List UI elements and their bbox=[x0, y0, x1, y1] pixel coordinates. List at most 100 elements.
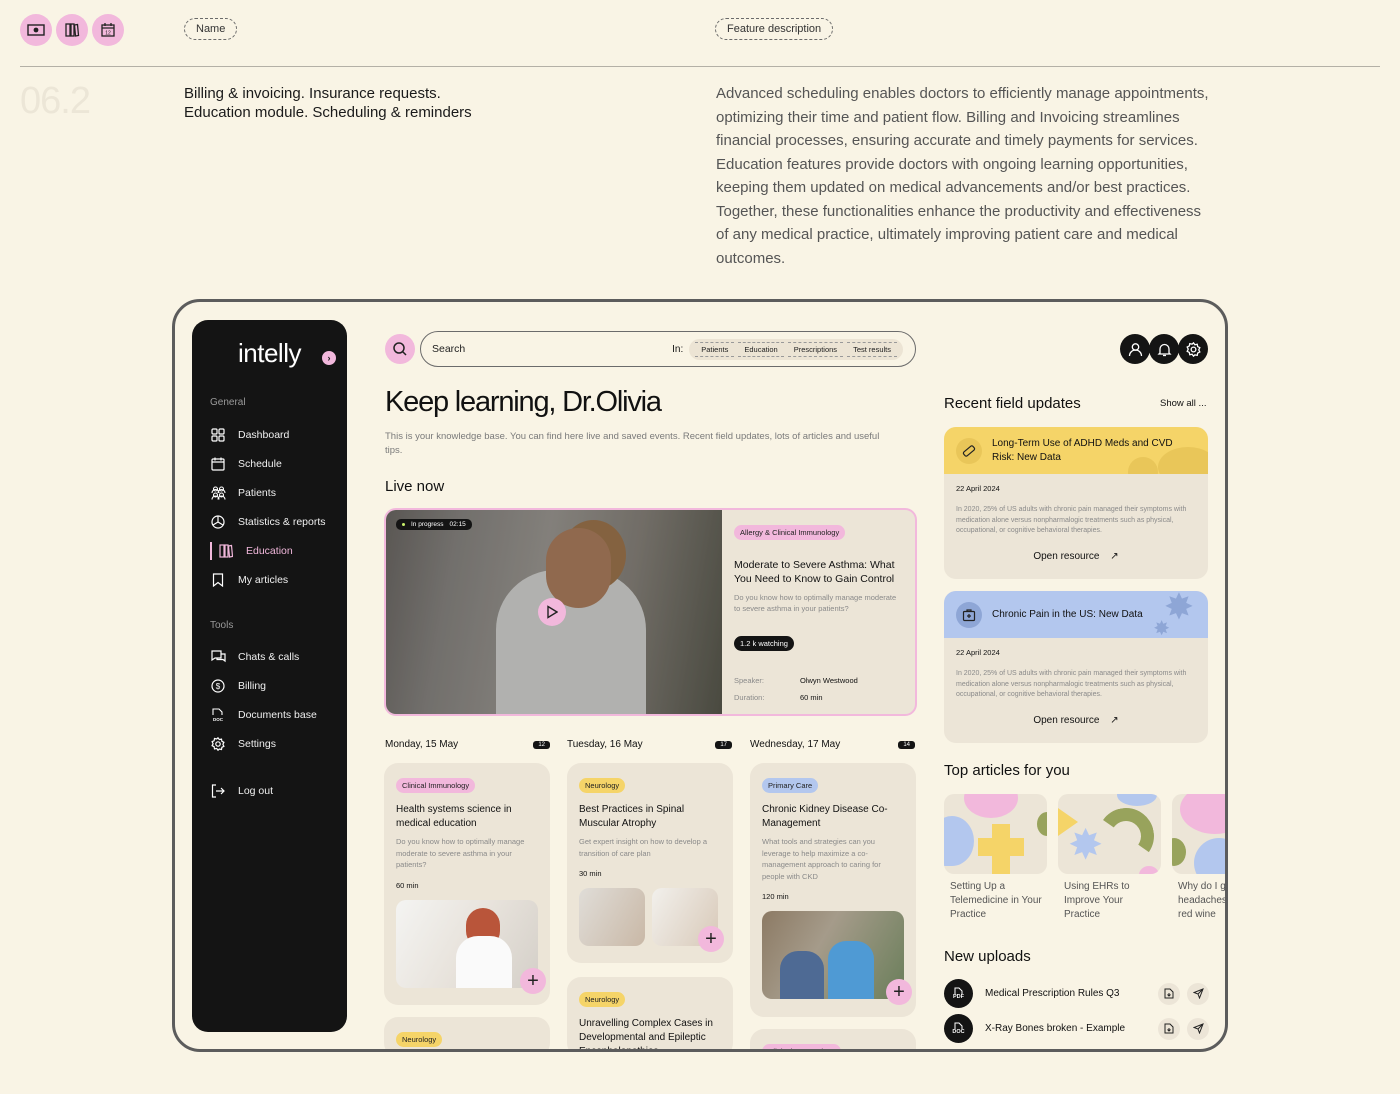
live-event-card[interactable]: In progress 02:15 Allergy & Clinical Imm… bbox=[384, 508, 917, 716]
sidebar-item-label: My articles bbox=[238, 574, 289, 586]
category-tag: Clinical Immunology bbox=[762, 1044, 842, 1049]
add-button[interactable]: + bbox=[520, 967, 546, 994]
article-card[interactable]: ✸ Using EHRs to Improve Your Practice bbox=[1058, 794, 1161, 922]
section-number: 06.2 bbox=[20, 80, 91, 122]
update-card[interactable]: ✸ ✸ Chronic Pain in the US: New Data 22 … bbox=[944, 591, 1208, 743]
notifications-button[interactable] bbox=[1149, 334, 1179, 364]
share-button[interactable] bbox=[1187, 1017, 1209, 1040]
article-card[interactable]: Why do I get headaches drinking red wine bbox=[1172, 794, 1225, 922]
sidebar-item-label: Settings bbox=[238, 738, 276, 750]
sidebar-item-documents[interactable]: DOC Documents base bbox=[210, 705, 340, 725]
share-button[interactable] bbox=[1187, 982, 1209, 1005]
logout-label: Log out bbox=[238, 785, 274, 797]
sidebar-item-education[interactable]: Education bbox=[210, 541, 340, 561]
event-title: Chronic Kidney Disease Co-Management bbox=[762, 804, 888, 829]
filter-chip-prescriptions[interactable]: Prescriptions bbox=[787, 341, 844, 357]
upload-name: X-Ray Bones broken - Example bbox=[985, 1023, 1126, 1034]
update-date: 22 April 2024 bbox=[956, 648, 1000, 657]
event-image: + bbox=[652, 888, 724, 952]
day-header: Wednesday, 17 May 14 bbox=[750, 739, 915, 750]
general-section-label: General bbox=[210, 397, 246, 408]
download-icon bbox=[1164, 1023, 1174, 1034]
bell-icon bbox=[1156, 343, 1172, 356]
category-tag: Primary Care bbox=[762, 778, 819, 793]
event-card[interactable]: Neurology Unravelling Complex Cases in D… bbox=[567, 977, 733, 1049]
medical-kit-icon bbox=[956, 601, 982, 628]
calendar-icon bbox=[210, 456, 226, 472]
sidebar-item-my-articles[interactable]: My articles bbox=[210, 570, 340, 590]
arrow-up-right-icon: ↗ bbox=[1110, 550, 1119, 562]
event-card[interactable]: Clinical Immunology bbox=[750, 1029, 916, 1049]
open-resource-link[interactable]: Open resource ↗ bbox=[956, 715, 1196, 726]
event-image bbox=[579, 888, 645, 946]
day-label: Wednesday, 17 May bbox=[750, 739, 841, 750]
day-header: Tuesday, 16 May 17 bbox=[567, 739, 732, 750]
category-tag: Clinical Immunology bbox=[396, 778, 476, 793]
sidebar-item-label: Dashboard bbox=[238, 429, 290, 441]
upload-name: Medical Prescription Rules Q3 bbox=[985, 988, 1120, 999]
profile-button[interactable] bbox=[1120, 334, 1150, 364]
logout-button[interactable]: Log out bbox=[210, 781, 340, 801]
bookmark-icon bbox=[210, 572, 226, 588]
filter-chip-education[interactable]: Education bbox=[738, 341, 784, 357]
sidebar-item-statistics[interactable]: Statistics & reports bbox=[210, 512, 340, 532]
sidebar-item-label: Statistics & reports bbox=[238, 516, 326, 528]
duration-row: Duration: 60 min bbox=[734, 693, 823, 702]
file-type: PDF bbox=[953, 994, 964, 1000]
download-button[interactable] bbox=[1158, 1017, 1180, 1040]
upload-row[interactable]: DOC X-Ray Bones broken - Example bbox=[944, 1014, 1209, 1043]
day-label: Monday, 15 May bbox=[385, 739, 459, 750]
event-card[interactable]: Primary Care Chronic Kidney Disease Co-M… bbox=[750, 763, 916, 1017]
update-title: Chronic Pain in the US: New Data bbox=[992, 608, 1143, 620]
books-icon bbox=[56, 14, 88, 46]
filter-chip-patients[interactable]: Patients bbox=[695, 341, 735, 357]
day-label: Tuesday, 16 May bbox=[567, 739, 643, 750]
update-header: ✸ ✸ Chronic Pain in the US: New Data bbox=[944, 591, 1208, 638]
module-icons: 12 bbox=[20, 14, 124, 46]
event-description: Do you know how to optimally manage mode… bbox=[396, 837, 525, 869]
search-button[interactable] bbox=[385, 334, 415, 364]
article-card[interactable]: Setting Up a Telemedicine in Your Practi… bbox=[944, 794, 1047, 922]
category-tag: Neurology bbox=[396, 1032, 443, 1047]
sidebar-item-settings[interactable]: Settings bbox=[210, 734, 340, 754]
live-dot-icon bbox=[402, 523, 405, 526]
sidebar-item-label: Education bbox=[246, 545, 293, 557]
gear-icon bbox=[210, 736, 226, 752]
search-scope-label: In: bbox=[672, 343, 684, 355]
dollar-icon: $ bbox=[210, 678, 226, 694]
add-button[interactable]: + bbox=[698, 926, 724, 952]
add-button[interactable]: + bbox=[886, 979, 912, 1005]
play-icon bbox=[547, 605, 558, 619]
event-image: + bbox=[762, 911, 912, 1005]
video-thumbnail[interactable]: In progress 02:15 bbox=[386, 510, 722, 714]
sidebar-item-chats[interactable]: Chats & calls bbox=[210, 647, 340, 667]
day-header: Monday, 15 May 12 bbox=[385, 739, 550, 750]
sidebar-item-dashboard[interactable]: Dashboard bbox=[210, 425, 340, 445]
play-button[interactable] bbox=[538, 598, 566, 626]
top-articles-list: Setting Up a Telemedicine in Your Practi… bbox=[944, 794, 1225, 922]
open-resource-link[interactable]: Open resource ↗ bbox=[956, 551, 1196, 562]
event-card[interactable]: Neurology Best Practices in Spinal Muscu… bbox=[567, 763, 733, 963]
settings-button[interactable] bbox=[1178, 334, 1208, 364]
event-card[interactable]: Clinical Immunology Health systems scien… bbox=[384, 763, 550, 1005]
sidebar: intelly General Dashboard Schedule Patie… bbox=[192, 320, 347, 1032]
sidebar-item-schedule[interactable]: Schedule bbox=[210, 454, 340, 474]
tools-section-label: Tools bbox=[210, 620, 234, 631]
recent-updates-heading: Recent field updates bbox=[944, 395, 1081, 412]
speaker-label: Speaker: bbox=[734, 676, 765, 685]
show-all-link[interactable]: Show all ... bbox=[1160, 398, 1206, 409]
section-subtitle: Billing & invoicing. Insurance requests.… bbox=[184, 84, 472, 122]
doc-icon: DOC bbox=[210, 707, 226, 723]
event-card[interactable]: Neurology bbox=[384, 1017, 550, 1049]
update-card[interactable]: Long-Term Use of ADHD Meds and CVD Risk:… bbox=[944, 427, 1208, 579]
app-frame: intelly General Dashboard Schedule Patie… bbox=[172, 299, 1228, 1052]
bandage-icon bbox=[956, 437, 982, 464]
download-button[interactable] bbox=[1158, 982, 1180, 1005]
sidebar-item-billing[interactable]: $ Billing bbox=[210, 676, 340, 696]
sidebar-collapse-button[interactable]: › bbox=[320, 349, 338, 367]
filter-chip-test-results[interactable]: Test results bbox=[847, 341, 897, 357]
search-input[interactable] bbox=[432, 343, 632, 355]
sidebar-item-patients[interactable]: Patients bbox=[210, 483, 340, 503]
subtitle-line: Education module. Scheduling & reminders bbox=[184, 104, 472, 121]
upload-row[interactable]: PDF Medical Prescription Rules Q3 bbox=[944, 979, 1209, 1008]
